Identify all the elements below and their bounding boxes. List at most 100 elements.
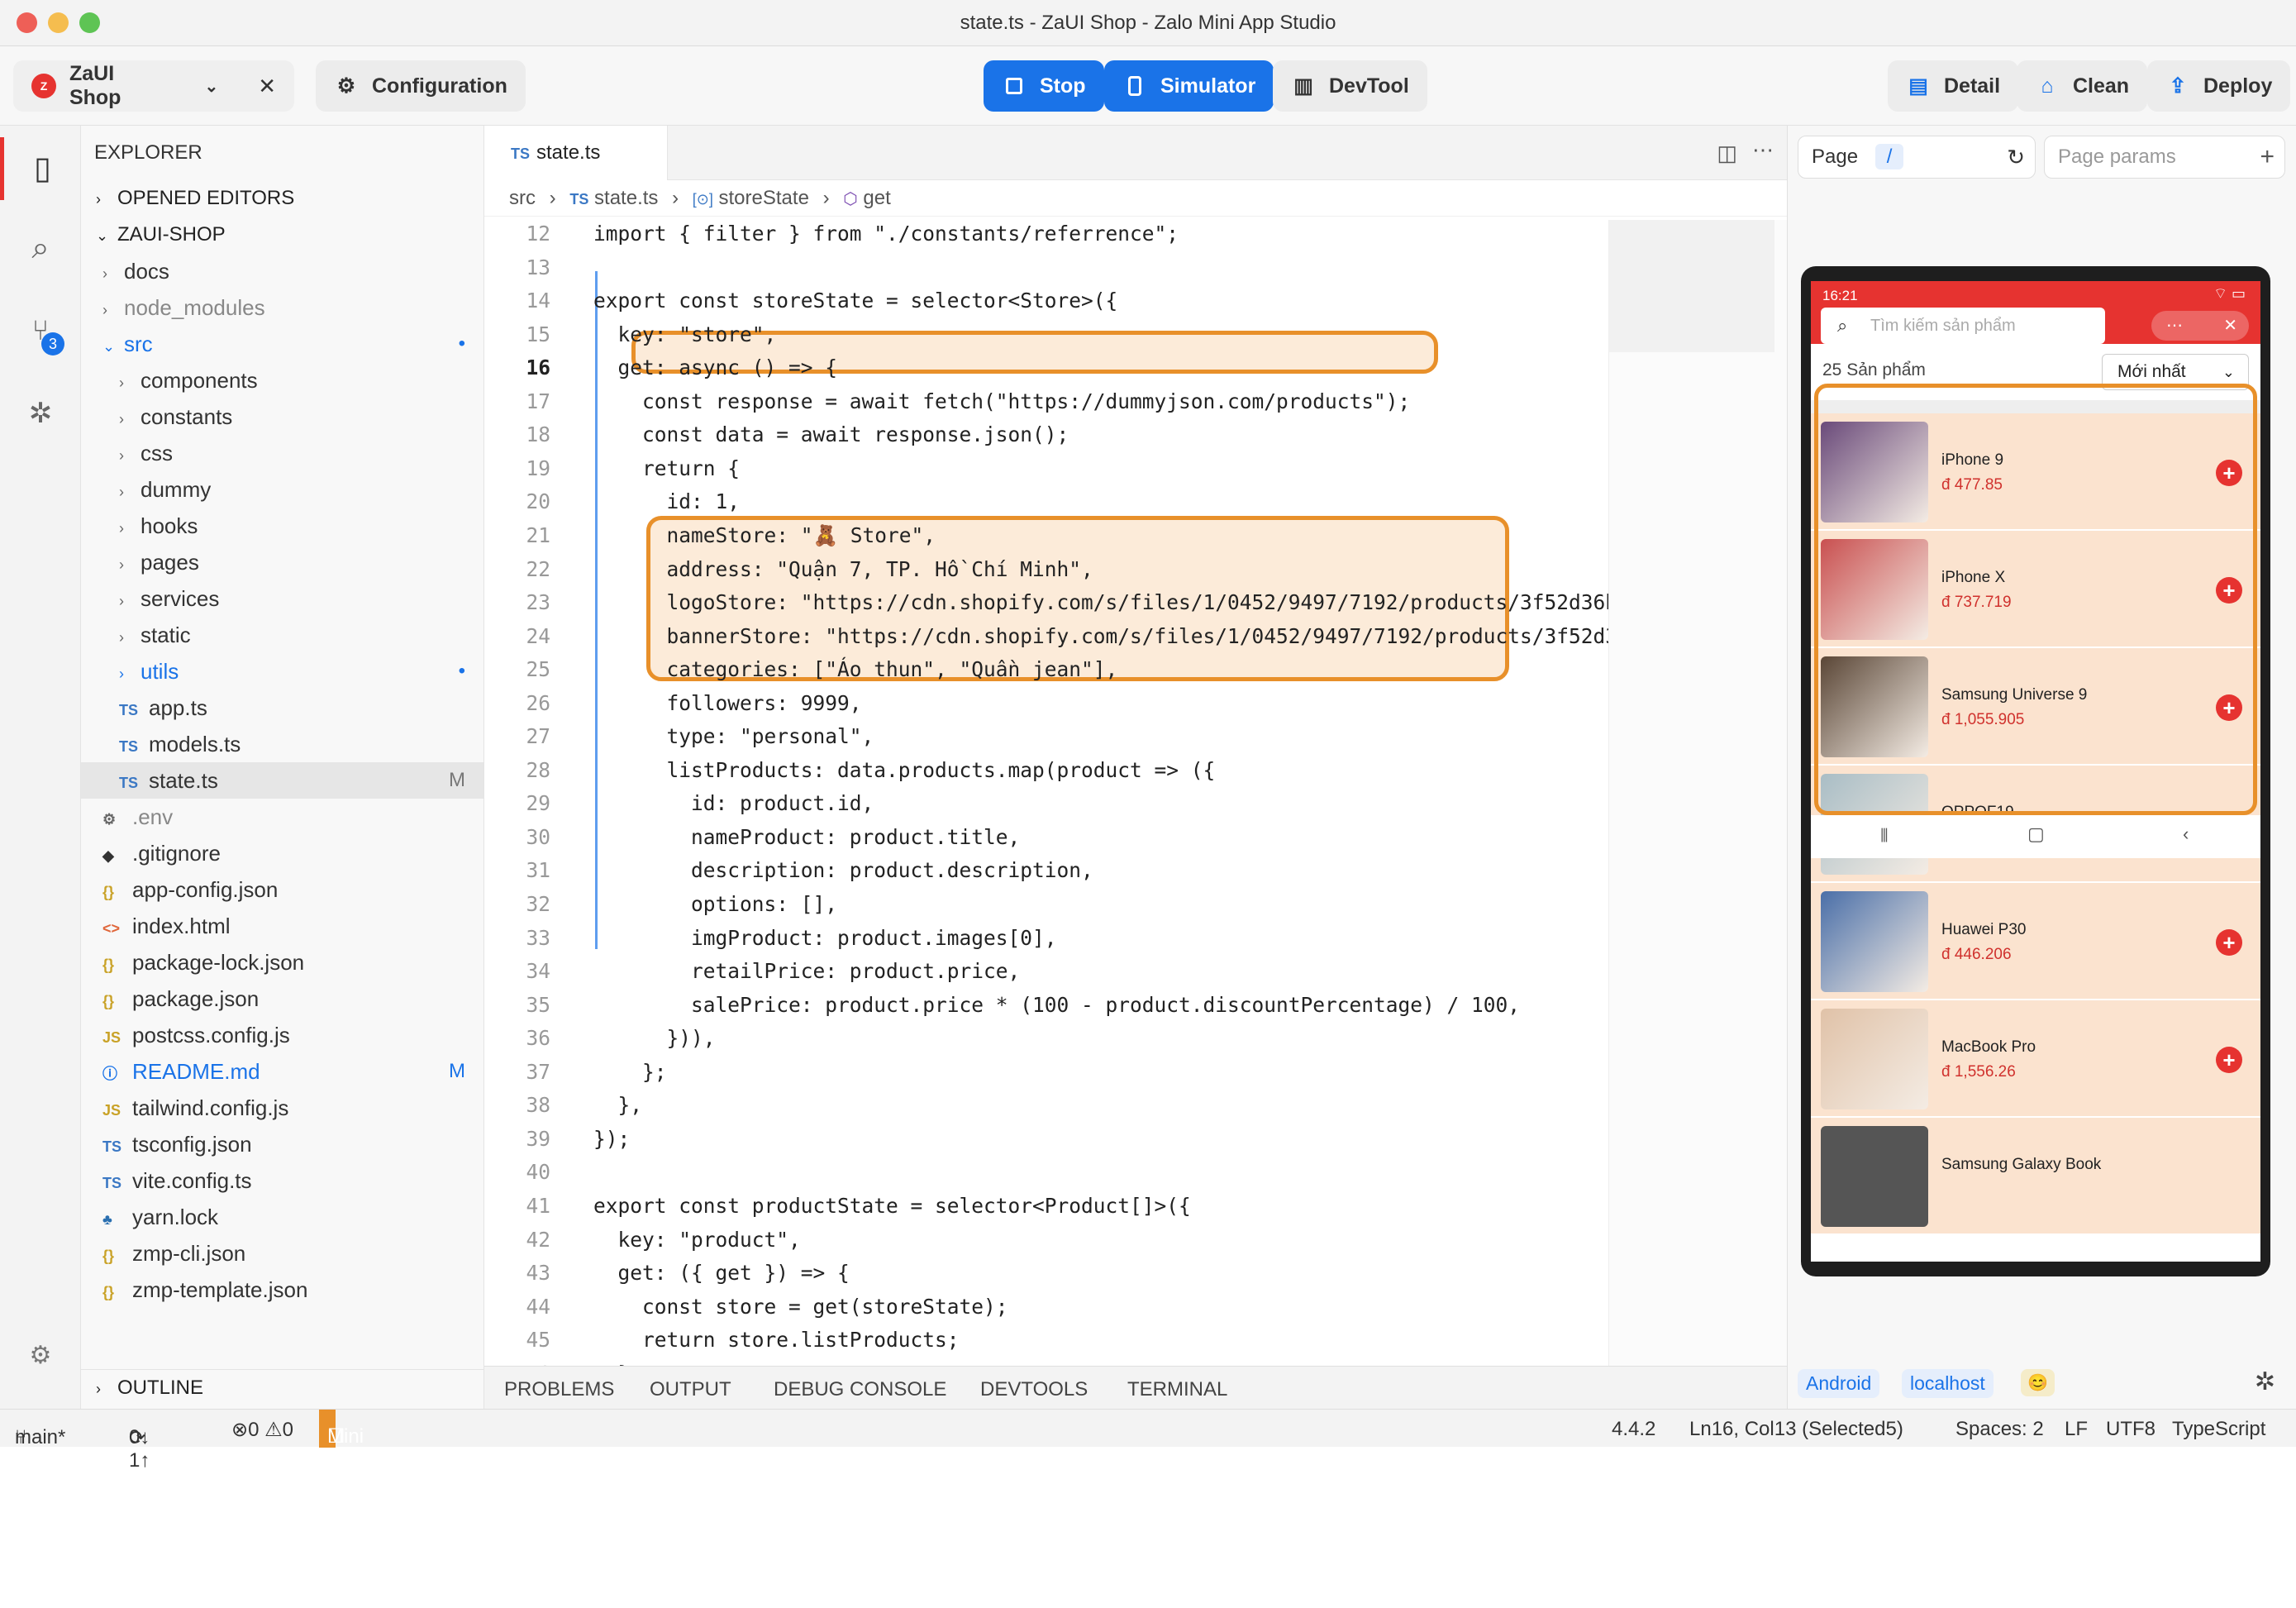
language-status[interactable]: TypeScript xyxy=(2172,1418,2265,1441)
tree-item-zmp-cli-json[interactable]: {} zmp-cli.json xyxy=(81,1235,483,1272)
product-image[interactable] xyxy=(1821,891,1928,992)
tree-item-docs[interactable]: › docs xyxy=(81,253,483,289)
more-icon[interactable]: ⋯ xyxy=(2166,311,2183,341)
minimap-viewport[interactable] xyxy=(1609,220,1774,352)
breadcrumb-item[interactable]: src xyxy=(509,187,536,209)
tree-item-hooks[interactable]: › hooks xyxy=(81,508,483,544)
page-field[interactable]: Page / ↻ xyxy=(1798,136,2036,179)
tree-item-postcss-config-js[interactable]: JS postcss.config.js xyxy=(81,1017,483,1053)
tree-item-tsconfig-json[interactable]: TS tsconfig.json xyxy=(81,1126,483,1162)
clean-button[interactable]: ⌂ Clean xyxy=(2017,60,2148,112)
code-area[interactable]: 12 import { filter } from "./constants/re… xyxy=(484,220,1608,1366)
tree-item-package-lock-json[interactable]: {} package-lock.json xyxy=(81,944,483,981)
back-icon[interactable]: ‹ xyxy=(2183,823,2189,845)
code-line[interactable]: salePrice: product.price * (100 - produc… xyxy=(593,993,1520,1017)
code-line[interactable]: logoStore: "https://cdn.shopify.com/s/fi… xyxy=(593,590,1609,614)
tree-item-app-config-json[interactable]: {} app-config.json xyxy=(81,871,483,908)
project-root-section[interactable]: ⌄ ZAUI-SHOP xyxy=(81,217,483,253)
code-line[interactable]: type: "personal", xyxy=(593,724,874,748)
close-icon[interactable]: ✕ xyxy=(2223,311,2237,341)
running-status[interactable]: ☐ Mini App is running on port 3001 xyxy=(319,1410,393,1600)
code-line[interactable]: }); xyxy=(593,1127,630,1151)
product-row[interactable]: Huawei P30 đ 446.206 + xyxy=(1811,883,2260,1000)
localhost-badge[interactable]: localhost xyxy=(1902,1369,1994,1398)
code-line[interactable]: get: async () => { xyxy=(593,355,838,379)
tree-item-zmp-template-json[interactable]: {} zmp-template.json xyxy=(81,1272,483,1308)
code-line[interactable]: const data = await response.json(); xyxy=(593,422,1069,446)
problems-status[interactable]: ⊗0 ⚠0 xyxy=(231,1418,293,1442)
product-image[interactable] xyxy=(1821,1009,1928,1109)
debug-icon[interactable]: ✲ xyxy=(0,382,81,445)
tree-item-yarn-lock[interactable]: ♣ yarn.lock xyxy=(81,1199,483,1235)
product-image[interactable] xyxy=(1821,1126,1928,1227)
code-line[interactable]: followers: 9999, xyxy=(593,691,862,715)
tab-state-ts[interactable]: TS state.ts xyxy=(484,126,668,180)
tree-item-src[interactable]: ⌄ src • xyxy=(81,326,483,362)
tree-item-tailwind-config-js[interactable]: JS tailwind.config.js xyxy=(81,1090,483,1126)
tree-item-components[interactable]: › components xyxy=(81,362,483,398)
opened-editors-section[interactable]: › OPENED EDITORS xyxy=(81,180,483,217)
code-line[interactable]: return { xyxy=(593,456,740,480)
code-line[interactable]: return store.listProducts; xyxy=(593,1328,960,1352)
code-line[interactable]: }, xyxy=(593,1093,643,1117)
breadcrumb-item[interactable]: get xyxy=(863,187,890,209)
code-line[interactable]: listProducts: data.products.map(product … xyxy=(593,758,1216,782)
code-line[interactable]: id: product.id, xyxy=(593,791,874,815)
home-icon[interactable]: ▢ xyxy=(2027,823,2045,845)
code-line[interactable]: imgProduct: product.images[0], xyxy=(593,926,1057,950)
product-row[interactable]: Samsung Galaxy Book xyxy=(1811,1118,2260,1235)
tab-problems[interactable]: PROBLEMS xyxy=(504,1378,614,1401)
code-line[interactable]: const response = await fetch("https://du… xyxy=(593,389,1410,413)
tab-debug-console[interactable]: DEBUG CONSOLE xyxy=(774,1378,946,1401)
tree-item-utils[interactable]: › utils • xyxy=(81,653,483,689)
code-line[interactable]: bannerStore: "https://cdn.shopify.com/s/… xyxy=(593,624,1609,648)
devtool-button[interactable]: ▥ DevTool xyxy=(1273,60,1427,112)
tree-item-app-ts[interactable]: TS app.ts xyxy=(81,689,483,726)
bug-icon[interactable]: ✲ xyxy=(2255,1367,2275,1396)
emoji-badge[interactable]: 😊 xyxy=(2021,1369,2055,1396)
simulator-button[interactable]: Simulator xyxy=(1104,60,1274,112)
tree-item-constants[interactable]: › constants xyxy=(81,398,483,435)
add-to-cart-button[interactable]: + xyxy=(2216,1047,2242,1073)
tree-item-index-html[interactable]: <> index.html xyxy=(81,908,483,944)
tree-item-pages[interactable]: › pages xyxy=(81,544,483,580)
stop-button[interactable]: Stop xyxy=(984,60,1104,112)
reload-icon[interactable]: ↻ xyxy=(2007,136,2025,178)
tree-item-models-ts[interactable]: TS models.ts xyxy=(81,726,483,762)
tree-item-vite-config-ts[interactable]: TS vite.config.ts xyxy=(81,1162,483,1199)
tree-item--gitignore[interactable]: ◆ .gitignore xyxy=(81,835,483,871)
cursor-position[interactable]: Ln16, Col13 (Selected5) xyxy=(1689,1418,1903,1441)
code-line[interactable]: description: product.description, xyxy=(593,858,1093,882)
product-row[interactable]: MacBook Pro đ 1,556.26 + xyxy=(1811,1000,2260,1118)
code-line[interactable]: export const productState = selector<Pro… xyxy=(593,1194,1191,1218)
eol-status[interactable]: LF xyxy=(2065,1418,2088,1441)
code-line[interactable]: address: "Quận 7, TP. Hồ Chí Minh", xyxy=(593,557,1093,581)
add-icon[interactable]: + xyxy=(2260,136,2275,178)
indentation-status[interactable]: Spaces: 2 xyxy=(1955,1418,2044,1441)
code-line[interactable]: })), xyxy=(593,1026,716,1050)
version-status[interactable]: 4.4.2 xyxy=(1612,1418,1655,1441)
explorer-activity-icon[interactable]: ▯ xyxy=(0,137,81,200)
code-line[interactable]: export const storeState = selector<Store… xyxy=(593,289,1117,313)
page-params-field[interactable]: Page params + xyxy=(2044,136,2285,179)
recent-apps-icon[interactable]: ⦀ xyxy=(1880,825,1889,847)
more-actions-icon[interactable]: ⋯ xyxy=(1752,137,1774,163)
tree-item-css[interactable]: › css xyxy=(81,435,483,471)
detail-button[interactable]: ▤ Detail xyxy=(1888,60,2019,112)
code-line[interactable]: import { filter } from "./constants/refe… xyxy=(593,222,1179,246)
tab-devtools[interactable]: DEVTOOLS xyxy=(980,1378,1088,1401)
search-activity-icon[interactable]: ⌕ xyxy=(0,217,81,279)
tree-item-node-modules[interactable]: › node_modules xyxy=(81,289,483,326)
configuration-button[interactable]: ⚙ Configuration xyxy=(316,60,526,112)
tree-item-readme-md[interactable]: ⓘ README.md M xyxy=(81,1053,483,1090)
tree-item-package-json[interactable]: {} package.json xyxy=(81,981,483,1017)
code-line[interactable]: id: 1, xyxy=(593,489,741,513)
breadcrumb-item[interactable]: storeState xyxy=(719,187,809,209)
code-line[interactable]: key: "store", xyxy=(593,322,777,346)
source-control-icon[interactable]: ⑂ 3 xyxy=(0,299,81,362)
tree-item--env[interactable]: ⚙ .env xyxy=(81,799,483,835)
search-input[interactable]: ⌕ Tìm kiếm sản phẩm xyxy=(1821,308,2105,344)
tree-item-static[interactable]: › static xyxy=(81,617,483,653)
tree-item-state-ts[interactable]: TS state.ts M xyxy=(81,762,483,799)
chevron-down-icon[interactable]: ⌄ xyxy=(204,76,218,97)
